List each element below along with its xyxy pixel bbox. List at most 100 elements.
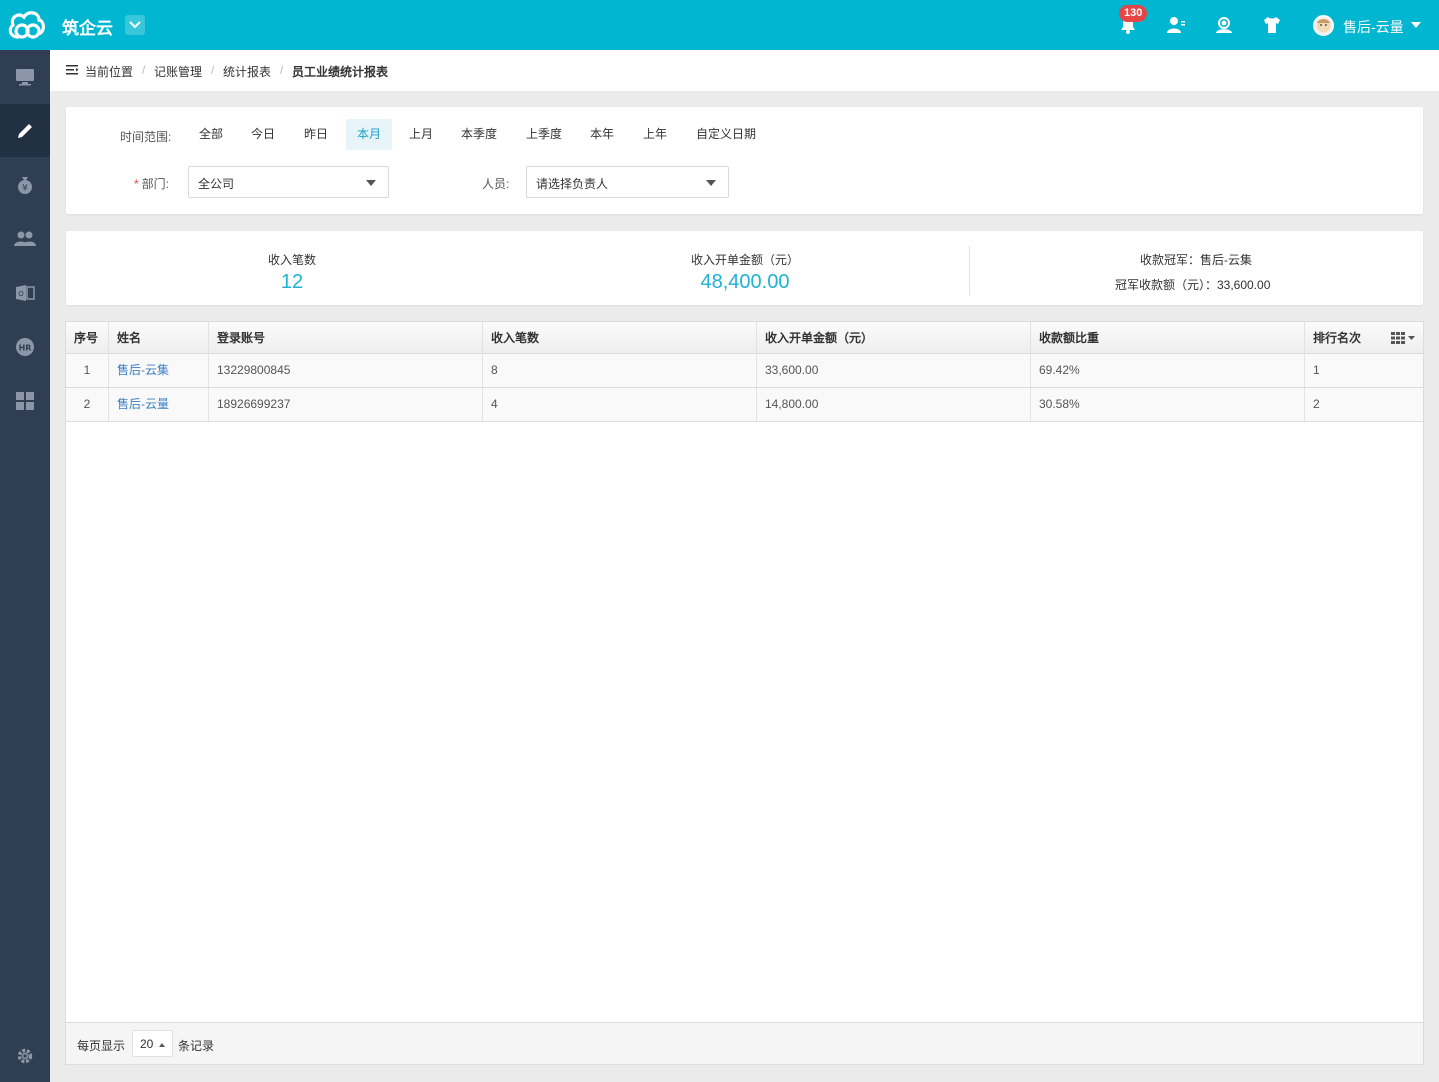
employee-link[interactable]: 售后-云集 [117,363,169,377]
sidebar-item-finance[interactable]: ¥ [0,158,50,211]
time-option-all[interactable]: 全部 [188,119,234,150]
avatar[interactable] [1313,15,1334,36]
app-title: 筑企云 [62,19,113,38]
cell-rank: 1 [1313,363,1320,377]
person-select-placeholder: 请选择负责人 [536,177,609,191]
time-option-yesterday[interactable]: 昨日 [293,119,339,150]
cell-name: 售后-云量 [109,388,209,421]
cell-account: 13229800845 [209,354,483,387]
breadcrumb-item-accounting[interactable]: 记账管理 [154,63,202,80]
sidebar-item-apps[interactable] [0,374,50,427]
time-option-this-month[interactable]: 本月 [346,119,393,150]
breadcrumb-current-label: 当前位置 [85,65,134,79]
top-bar: 筑企云 130 售后-云量 [0,0,1439,50]
grid-icon [16,391,34,410]
sidebar-item-dashboard[interactable] [0,50,50,103]
app-switch-button[interactable] [125,15,145,35]
sidebar: ¥ O HR [0,50,50,1082]
column-toggle-button[interactable] [1391,332,1415,344]
svg-text:O: O [18,290,24,298]
column-header-account[interactable]: 登录账号 [209,322,483,354]
person-select[interactable]: 请选择负责人 [526,166,729,198]
breadcrumb-item-reports[interactable]: 统计报表 [223,63,271,80]
time-option-last-quarter[interactable]: 上季度 [515,119,573,150]
page-size-value: 20 [140,1037,154,1051]
cell-income-amount: 33,600.00 [757,354,1031,387]
cell-index: 2 [66,388,109,421]
income-amount-label: 收入开单金额（元） [690,253,799,267]
time-option-custom-date[interactable]: 自定义日期 [685,119,767,150]
sidebar-item-settings[interactable] [0,1029,50,1082]
department-select[interactable]: 全公司 [188,166,389,198]
skin-button[interactable] [1260,13,1284,37]
column-header-index[interactable]: 序号 [66,322,109,354]
column-header-name[interactable]: 姓名 [109,322,209,354]
cell-ratio: 69.42% [1031,354,1305,387]
time-range-label: 时间范围: [120,130,172,144]
cell-income-count: 4 [483,388,757,421]
table-row[interactable]: 2 售后-云量 18926699237 4 14,800.00 30.58% 2 [66,388,1423,422]
income-amount-value: 48,400.00 [700,271,790,293]
caret-down-icon[interactable] [1411,22,1421,28]
sidebar-item-office[interactable]: O [0,266,50,319]
hr-icon: HR [16,337,34,356]
money-bag-icon: ¥ [18,176,32,194]
sidebar-item-staff[interactable] [0,212,50,265]
cell-index: 1 [66,354,109,387]
champion-amount-label: 冠军收款额（元）：33,600.00 [1115,278,1271,292]
svg-text:HR: HR [19,343,32,352]
department-label-text: 部门: [141,177,170,191]
stats-panel: 收入笔数 12 收入开单金额（元） 48,400.00 收款冠军：售后-云集 冠… [66,231,1423,305]
time-option-this-quarter[interactable]: 本季度 [450,119,508,150]
caret-down-icon [1408,336,1415,340]
stats-divider [969,246,970,295]
columns-grid-icon [1391,332,1405,344]
income-count-label: 收入笔数 [267,253,316,267]
avatar-face-icon [1316,18,1331,33]
breadcrumb-item-current: 员工业绩统计报表 [292,65,389,79]
support-button[interactable] [1212,13,1236,37]
breadcrumb-separator: / [211,63,215,77]
column-header-income-amount[interactable]: 收入开单金额（元） [757,322,1031,354]
department-select-value: 全公司 [198,177,235,191]
user-card-icon [1167,17,1185,33]
time-option-last-month[interactable]: 上月 [398,119,444,150]
users-icon [14,231,36,246]
performance-table: 序号 姓名 登录账号 收入笔数 收入开单金额（元） 收款额比重 排行名次 1 售… [65,321,1424,1065]
breadcrumb-separator: / [142,63,146,77]
caret-down-icon [366,180,376,186]
per-page-label: 每页显示 [77,1039,126,1053]
time-option-today[interactable]: 今日 [240,119,286,150]
chevron-down-icon [129,21,141,29]
contacts-button[interactable] [1164,13,1188,37]
logo-icon[interactable] [6,7,46,43]
page-size-select[interactable]: 20 [132,1030,173,1057]
sidebar-item-accounting[interactable] [0,104,50,157]
monitor-icon [16,68,34,85]
shirt-icon [1264,17,1280,33]
cell-rank: 2 [1313,397,1320,411]
time-option-this-year[interactable]: 本年 [579,119,625,150]
cell-income-count: 8 [483,354,757,387]
breadcrumb: 当前位置 / 记账管理 / 统计报表 / 员工业绩统计报表 [50,50,1439,91]
table-row[interactable]: 1 售后-云集 13229800845 8 33,600.00 69.42% 1 [66,354,1423,388]
sidebar-item-hr[interactable]: HR [0,320,50,373]
headset-user-icon [1216,17,1232,33]
column-header-ratio[interactable]: 收款额比重 [1031,322,1305,354]
gear-icon [17,1048,33,1063]
column-header-income-count[interactable]: 收入笔数 [483,322,757,354]
records-label: 条记录 [178,1039,215,1053]
table-header: 序号 姓名 登录账号 收入笔数 收入开单金额（元） 收款额比重 排行名次 [66,322,1423,354]
champion-label: 收款冠军：售后-云集 [1140,253,1252,267]
breadcrumb-separator: / [280,63,284,77]
notification-badge: 130 [1119,5,1148,22]
pagination-bar: 每页显示 20 条记录 [66,1022,1423,1064]
time-option-last-year[interactable]: 上年 [632,119,678,150]
department-label: * 部门: [134,177,170,191]
indent-menu-icon [66,65,79,75]
cell-account: 18926699237 [209,388,483,421]
user-name[interactable]: 售后-云量 [1343,17,1404,37]
pencil-icon [18,123,32,138]
employee-link[interactable]: 售后-云量 [117,397,169,411]
caret-down-icon [706,180,716,186]
